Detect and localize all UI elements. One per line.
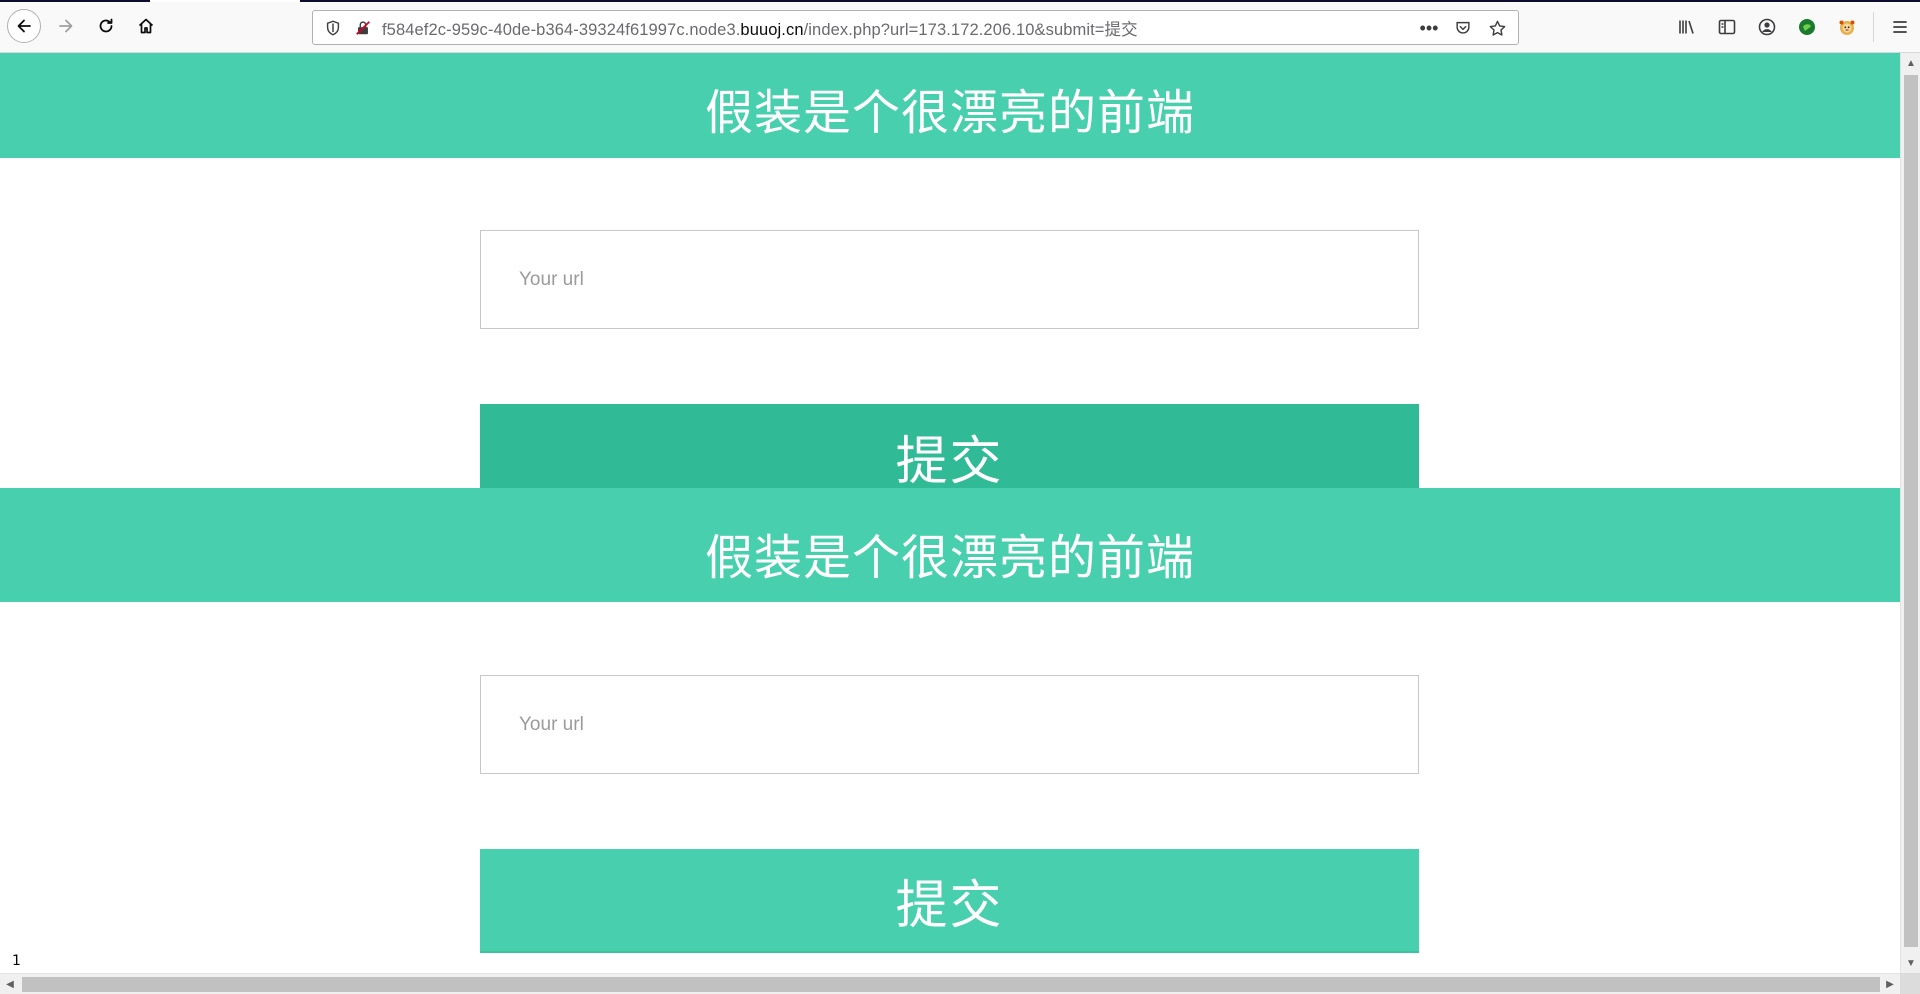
page-title: 假装是个很漂亮的前端	[704, 530, 1195, 586]
vertical-scroll-thumb[interactable]	[1904, 75, 1918, 947]
vertical-scrollbar[interactable]: ▲ ▼	[1900, 53, 1920, 973]
url-host: buuoj.cn	[740, 20, 804, 39]
submit-button[interactable]: 提交	[480, 849, 1419, 953]
submit-button-label: 提交	[895, 431, 1004, 492]
browser-toolbar: f584ef2c-959c-40de-b364-39324f61997c.nod…	[0, 0, 1920, 53]
forward-arrow-icon[interactable]	[49, 9, 83, 43]
account-icon[interactable]	[1747, 10, 1787, 44]
horizontal-scroll-thumb[interactable]	[22, 977, 1880, 992]
page-header-banner: 假装是个很漂亮的前端	[0, 53, 1900, 158]
page-title: 假装是个很漂亮的前端	[704, 85, 1195, 141]
reload-icon[interactable]	[89, 9, 123, 43]
shield-icon[interactable]	[322, 17, 344, 39]
url-prefix: f584ef2c-959c-40de-b364-39324f61997c.nod…	[382, 20, 741, 39]
pocket-icon[interactable]	[1452, 17, 1474, 39]
page-viewport: 假装是个很漂亮的前端 提交 假装是个很漂亮的前端 提交 1	[0, 53, 1900, 973]
submit-button-label: 提交	[895, 875, 1004, 936]
scroll-down-icon[interactable]: ▼	[1901, 953, 1920, 973]
extension-icon[interactable]	[1827, 10, 1867, 44]
scroll-up-icon[interactable]: ▲	[1901, 53, 1920, 73]
url-input[interactable]	[480, 230, 1419, 329]
more-dots-icon[interactable]: •••	[1418, 17, 1440, 39]
hamburger-menu-icon[interactable]	[1880, 10, 1920, 44]
extension-icon[interactable]	[1787, 10, 1827, 44]
library-icon[interactable]	[1667, 10, 1707, 44]
home-icon[interactable]	[129, 9, 163, 43]
url-input[interactable]	[480, 675, 1419, 774]
scroll-right-icon[interactable]: ▶	[1880, 974, 1900, 994]
url-path: /index.php?url=173.172.206.10&submit=提交	[803, 20, 1138, 39]
insecure-lock-icon[interactable]	[352, 17, 374, 39]
back-arrow-icon[interactable]	[7, 9, 41, 43]
sidebar-icon[interactable]	[1707, 10, 1747, 44]
scroll-left-icon[interactable]: ◀	[0, 974, 20, 994]
star-icon[interactable]	[1486, 17, 1508, 39]
toolbar-separator	[1873, 12, 1874, 42]
tab-strip	[0, 0, 1920, 2]
scrollbar-corner	[1900, 973, 1920, 994]
response-output-text: 1	[12, 953, 21, 969]
address-bar[interactable]: f584ef2c-959c-40de-b364-39324f61997c.nod…	[312, 10, 1519, 45]
page-header-banner: 假装是个很漂亮的前端	[0, 488, 1900, 602]
url-text[interactable]: f584ef2c-959c-40de-b364-39324f61997c.nod…	[382, 16, 1138, 40]
horizontal-scrollbar[interactable]: ◀ ▶	[0, 973, 1900, 994]
